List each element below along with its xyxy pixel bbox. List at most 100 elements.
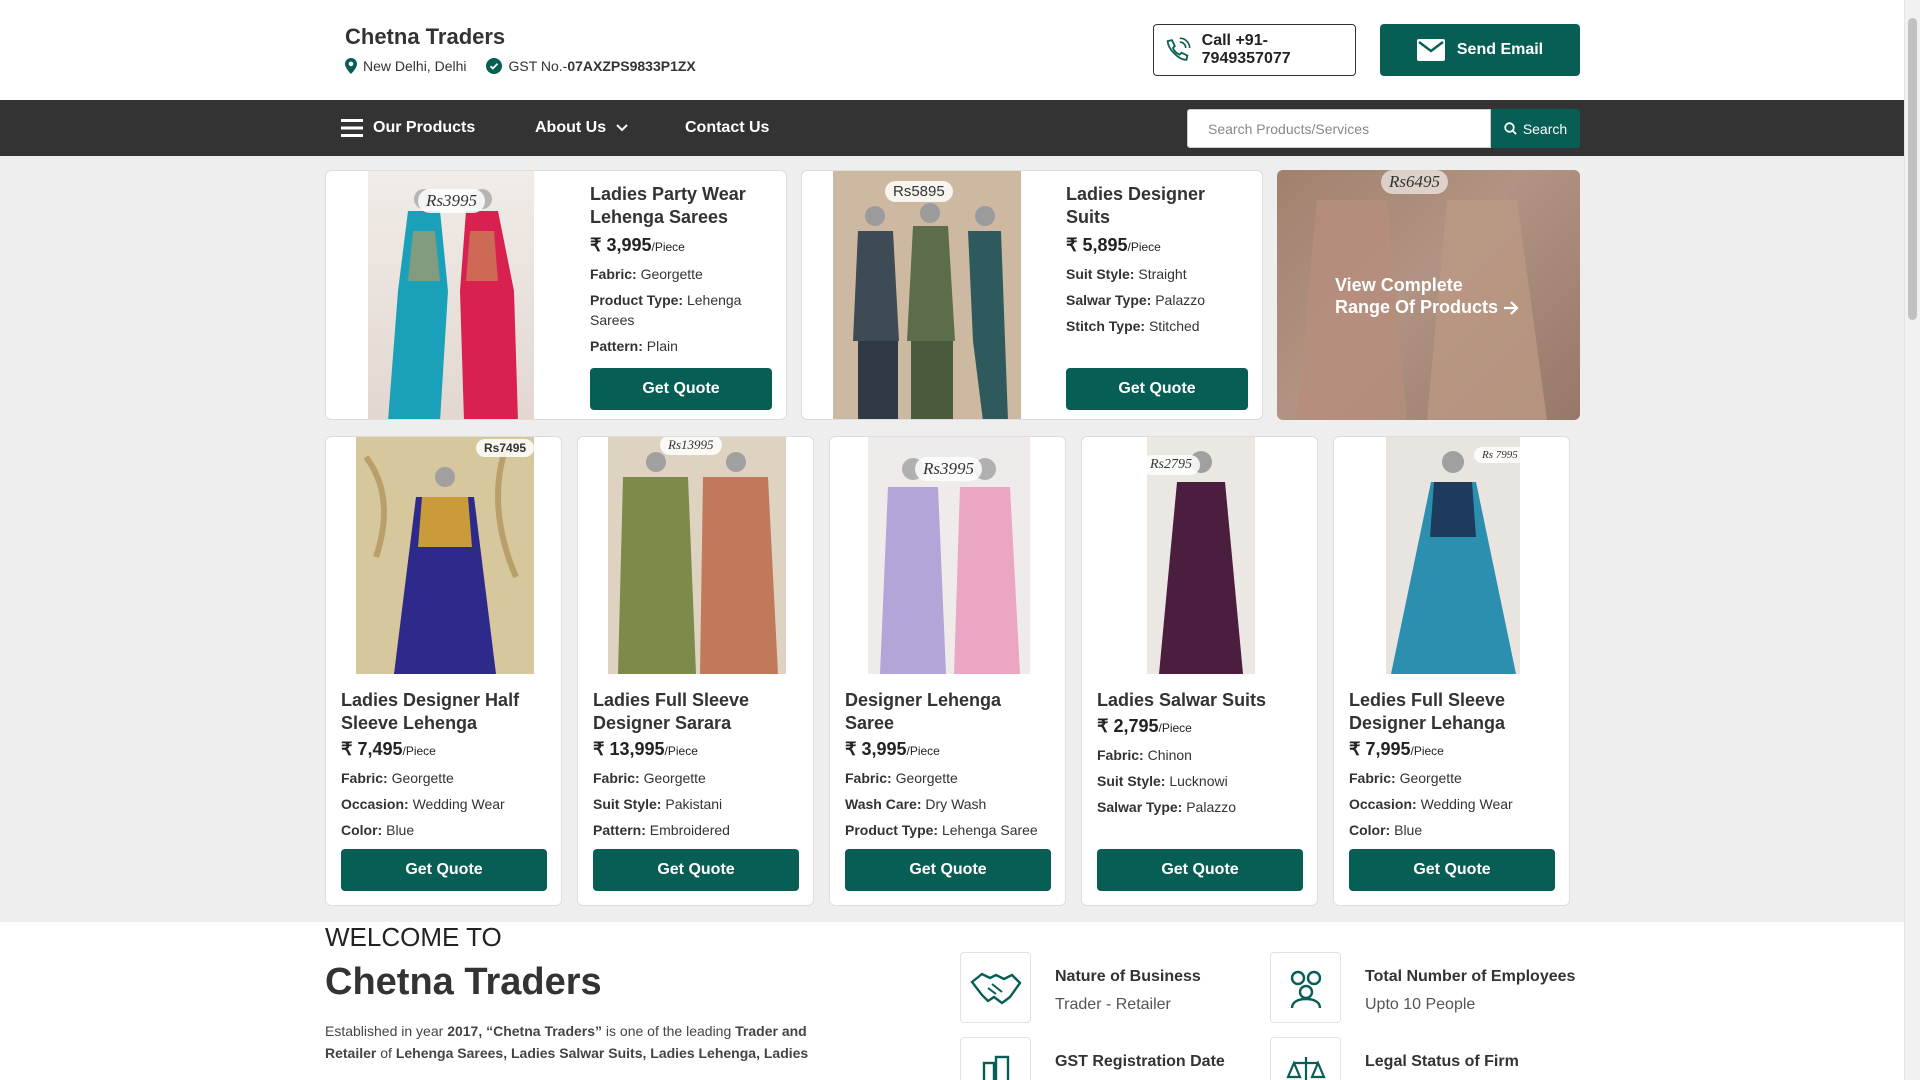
product-price: ₹ 7,495/Piece [341,739,551,760]
spec-row: Salwar Type: Palazzo [1097,799,1237,815]
spec-row: Suit Style: Lucknowi [1097,773,1228,789]
price-tag: Rs2795 [1142,455,1200,475]
spec-row: Occasion: Wedding Wear [341,796,505,812]
price-tag: Rs13995 [660,437,722,455]
product-image[interactable] [1386,437,1520,674]
product-card[interactable]: Rs3995 Designer Lehenga Saree ₹ 3,995/Pie… [829,436,1066,906]
product-price: ₹ 5,895/Piece [1066,235,1251,256]
product-card[interactable]: Rs 7995 Ledies Full Sleeve Designer Lehan… [1333,436,1570,906]
price-tag: Rs 7995 [1474,447,1526,463]
product-name[interactable]: Ladies Salwar Suits [1097,690,1266,710]
spec-row: Salwar Type: Palazzo [1066,292,1206,308]
send-email-button[interactable]: Send Email [1380,24,1580,76]
view-all-line1: View Complete [1335,275,1463,295]
price-value: ₹ 7,995 [1349,739,1411,759]
price-tag: Rs6495 [1381,170,1448,194]
price-value: ₹ 3,995 [590,235,652,255]
price-tag: Rs3995 [418,189,485,213]
spec-row: Pattern: Embroidered [593,822,730,838]
call-label: Call +91-7949357077 [1201,32,1291,67]
spec-row: Color: Blue [1349,822,1423,838]
product-name-line2[interactable]: Designer Lehanga [1349,713,1505,733]
product-name[interactable]: Designer Lehenga [845,690,1001,710]
product-price: ₹ 13,995/Piece [593,739,803,760]
arrow-right-icon [1504,301,1519,316]
product-price: ₹ 2,795/Piece [1097,716,1307,737]
page-scrollbar[interactable] [1904,0,1920,1080]
company-name[interactable]: Chetna Traders [345,24,696,50]
product-name-line2[interactable]: Suits [1066,207,1110,227]
spec-row: Fabric: Chinon [1097,747,1192,763]
get-quote-button[interactable]: Get Quote [1349,849,1555,891]
get-quote-button[interactable]: Get Quote [341,849,547,891]
get-quote-button[interactable]: Get Quote [1066,368,1248,410]
welcome-company-name: Chetna Traders [325,961,602,1003]
search-placeholder: Search Products/Services [1208,120,1370,137]
verified-check-icon [486,58,503,74]
spec-row: Occasion: Wedding Wear [1349,796,1513,812]
call-button[interactable]: Call +91-7949357077 [1153,24,1356,76]
nav-about-us[interactable]: About Us [535,100,628,156]
product-image[interactable] [833,171,1021,419]
building-icon [982,1055,1009,1080]
product-name[interactable]: Ladies Designer [1066,184,1205,204]
nav-contact-us-label: Contact Us [685,119,770,136]
featured-card[interactable]: Rs3995 Ladies Party Wear Lehenga Sarees ₹… [325,170,787,420]
product-price: ₹ 3,995/Piece [845,739,1055,760]
product-name[interactable]: Ladies Party Wear [590,184,746,204]
price-unit: /Piece [1127,240,1161,254]
product-photo-illustration [356,437,534,674]
get-quote-button[interactable]: Get Quote [593,849,799,891]
price-unit: /Piece [651,240,685,254]
product-name-line2[interactable]: Sleeve Lehenga [341,713,477,733]
price-unit: /Piece [906,744,940,758]
nav-about-us-label: About Us [535,119,607,136]
get-quote-button[interactable]: Get Quote [845,849,1051,891]
product-card[interactable]: Rs7495 Ladies Designer Half Sleeve Leheng… [325,436,562,906]
price-unit: /Piece [402,744,436,758]
get-quote-button[interactable]: Get Quote [590,368,772,410]
fact-nature-of-business: Nature of Business Trader - Retailer [960,952,1201,1023]
price-value: ₹ 3,995 [845,739,907,759]
product-name[interactable]: Ladies Full Sleeve [593,690,749,710]
product-card[interactable]: Rs13995 Ladies Full Sleeve Designer Sarar… [577,436,814,906]
gst-number: 07AXZPS9833P1ZX [567,58,696,74]
price-tag: Rs5895 [885,181,953,202]
spec-row: Product Type: Lehenga Saree [845,822,1038,838]
product-name[interactable]: Ladies Designer Half [341,690,519,710]
spec-row: Fabric: Georgette [593,770,706,786]
brand: Chetna Traders New Delhi, Delhi GST No.-… [345,24,696,74]
product-name[interactable]: Ledies Full Sleeve [1349,690,1505,710]
product-card[interactable]: Rs2795 Ladies Salwar Suits ₹ 2,795/Piece… [1081,436,1318,906]
gst-label: GST No.- [508,58,568,74]
product-name-line2[interactable]: Lehenga Sarees [590,207,728,227]
product-photo-illustration [608,437,786,674]
handshake-icon [969,972,1022,1004]
product-image[interactable] [608,437,786,674]
product-photo-illustration [833,171,1021,419]
get-quote-button[interactable]: Get Quote [1097,849,1303,891]
view-all-products-tile[interactable]: Rs6495 View Complete Range Of Products [1277,170,1580,420]
page: Chetna Traders New Delhi, Delhi GST No.-… [0,0,1904,1080]
product-photo-illustration [1386,437,1520,674]
nav-contact-us[interactable]: Contact Us [685,100,769,156]
search-input[interactable]: Search Products/Services [1187,109,1491,148]
price-unit: /Piece [1158,721,1192,735]
featured-card[interactable]: Rs5895 Ladies Designer Suits ₹ 5,895/Piec… [801,170,1263,420]
product-name-line2[interactable]: Designer Sarara [593,713,731,733]
price-value: ₹ 5,895 [1066,235,1128,255]
search-button[interactable]: Search [1491,109,1580,148]
product-name-line2[interactable]: Saree [845,713,894,733]
product-price: ₹ 3,995/Piece [590,235,775,256]
nav-our-products[interactable]: Our Products [341,100,475,156]
scrollbar-thumb[interactable] [1908,18,1917,320]
view-all-line2: Range Of Products [1335,297,1499,317]
fact-title: GST Registration Date [1055,1053,1225,1070]
product-image[interactable] [356,437,534,674]
welcome-description: Established in year 2017, “Chetna Trader… [325,1023,809,1061]
product-price: ₹ 7,995/Piece [1349,739,1559,760]
location-pin-icon [345,58,357,74]
search-button-label: Search [1522,120,1568,137]
search-icon [1504,122,1517,135]
spec-row: Color: Blue [341,822,415,838]
